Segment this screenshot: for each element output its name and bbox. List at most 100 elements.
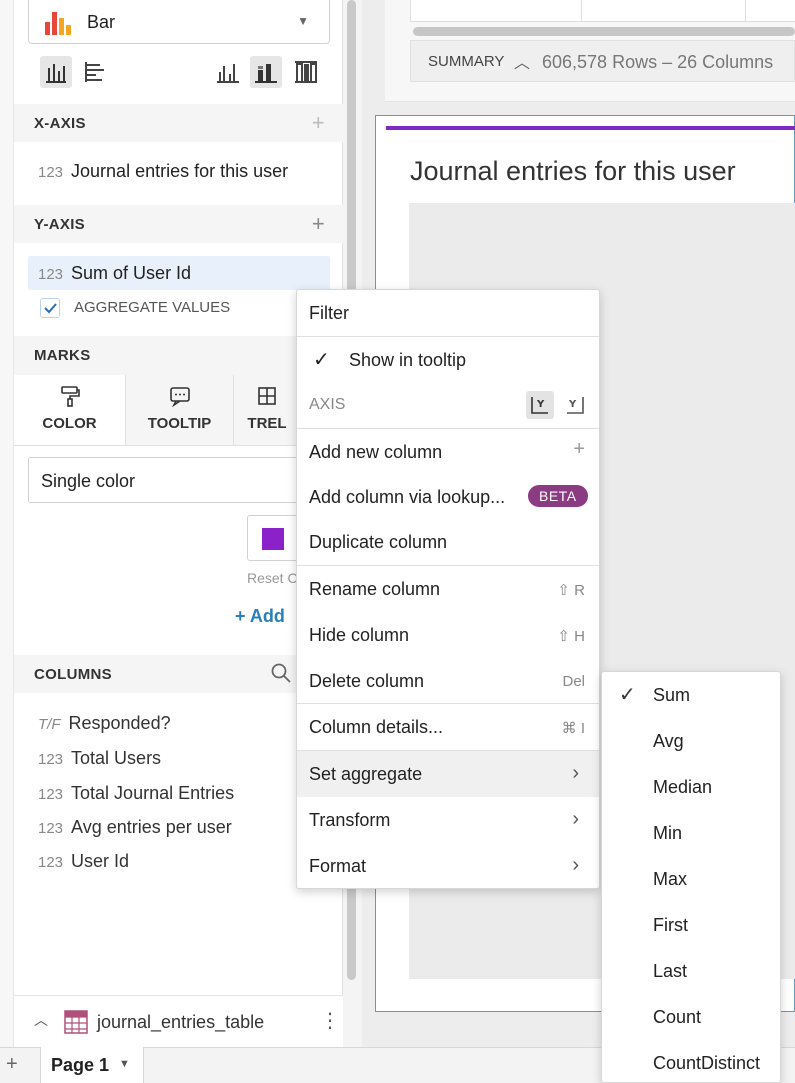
column-item-total-users[interactable]: 123 Total Users bbox=[38, 748, 161, 769]
menu-item-add-new-column[interactable]: Add new column + bbox=[297, 429, 599, 475]
shortcut-hint: ⌘ I bbox=[561, 720, 585, 737]
chevron-up-icon[interactable]: ︿ bbox=[514, 49, 530, 73]
vertical-bars-icon bbox=[46, 64, 66, 83]
trellis-icon bbox=[258, 387, 276, 405]
chart-accent-bar bbox=[386, 126, 795, 130]
y-axis-field-label: Sum of User Id bbox=[71, 263, 192, 283]
aggregate-values-label: AGGREGATE VALUES bbox=[74, 299, 231, 316]
aggregate-option-label: Min bbox=[653, 823, 683, 843]
color-mode-select[interactable]: Single color bbox=[28, 457, 330, 503]
columns-header: COLUMNS bbox=[14, 655, 343, 693]
x-axis-header: X-AXIS + bbox=[14, 104, 343, 142]
more-options-icon[interactable]: ⋮ bbox=[320, 1008, 340, 1033]
menu-item-label: Hide column bbox=[309, 625, 410, 645]
aggregate-option-median[interactable]: Median bbox=[602, 764, 780, 810]
aggregate-option-min[interactable]: Min bbox=[602, 810, 780, 856]
number-type-icon: 123 bbox=[38, 164, 64, 181]
chevron-right-icon: › bbox=[572, 808, 579, 830]
column-label: Avg entries per user bbox=[71, 817, 232, 837]
column-label: Responded? bbox=[68, 713, 171, 733]
grouped-bars-button[interactable] bbox=[212, 56, 244, 88]
aggregate-option-first[interactable]: First bbox=[602, 902, 780, 948]
data-table-card: SUMMARY ︿ 606,578 Rows – 26 Columns bbox=[385, 0, 795, 102]
y-axis-field[interactable]: 123 Sum of User Id bbox=[28, 256, 330, 290]
aggregate-option-label: Median bbox=[653, 777, 713, 797]
x-axis-label: X-AXIS bbox=[34, 115, 86, 132]
add-page-icon[interactable]: + bbox=[6, 1053, 18, 1076]
aggregate-option-last[interactable]: Last bbox=[602, 948, 780, 994]
aggregate-option-avg[interactable]: Avg bbox=[602, 718, 780, 764]
left-axis-button[interactable]: Y bbox=[526, 391, 554, 419]
chart-type-select[interactable]: Bar ▼ bbox=[28, 0, 330, 44]
menu-item-transform[interactable]: Transform › bbox=[297, 797, 599, 843]
svg-text:Y: Y bbox=[536, 399, 545, 410]
marks-label: MARKS bbox=[34, 347, 91, 364]
menu-item-label: Delete column bbox=[309, 671, 425, 691]
paint-roller-icon bbox=[60, 386, 80, 407]
y-axis-header: Y-AXIS + bbox=[14, 205, 343, 243]
stacked-bars-button[interactable] bbox=[250, 56, 282, 88]
bar-chart-icon bbox=[45, 12, 71, 35]
menu-item-set-aggregate[interactable]: Set aggregate › bbox=[297, 751, 599, 797]
svg-text:Y: Y bbox=[568, 399, 577, 410]
chevron-right-icon: › bbox=[572, 854, 579, 876]
horizontal-bars-button[interactable] bbox=[80, 56, 112, 88]
menu-item-rename-column[interactable]: Rename column ⇧ R bbox=[297, 566, 599, 612]
chart-title[interactable]: Journal entries for this user bbox=[410, 156, 736, 187]
shortcut-hint: ⇧ R bbox=[557, 582, 585, 599]
check-icon: ✓ bbox=[313, 349, 330, 371]
column-item-responded[interactable]: T/F Responded? bbox=[38, 713, 171, 734]
x-axis-field[interactable]: 123 Journal entries for this user bbox=[38, 161, 288, 182]
horizontal-scrollbar[interactable] bbox=[413, 27, 795, 36]
chevron-up-icon[interactable]: ︿ bbox=[34, 1010, 48, 1030]
add-color-button[interactable]: + Add bbox=[235, 606, 285, 627]
aggregate-option-max[interactable]: Max bbox=[602, 856, 780, 902]
axis-label: AXIS bbox=[309, 396, 346, 413]
full-stacked-bars-button[interactable] bbox=[290, 56, 322, 88]
add-x-axis-icon[interactable]: + bbox=[312, 110, 325, 136]
left-strip bbox=[0, 0, 14, 1047]
aggregate-option-label: Avg bbox=[653, 731, 684, 751]
number-type-icon: 123 bbox=[38, 820, 64, 837]
menu-item-hide-column[interactable]: Hide column ⇧ H bbox=[297, 612, 599, 658]
source-table-name[interactable]: journal_entries_table bbox=[97, 1012, 264, 1033]
menu-item-label: Format bbox=[309, 856, 367, 876]
menu-item-show-in-tooltip[interactable]: ✓ Show in tooltip bbox=[297, 337, 599, 383]
menu-item-label: Set aggregate bbox=[309, 764, 423, 784]
tab-color[interactable]: COLOR bbox=[14, 375, 126, 445]
aggregate-option-sum[interactable]: ✓ Sum bbox=[602, 672, 780, 718]
aggregate-option-label: Last bbox=[653, 961, 688, 981]
menu-item-format[interactable]: Format › bbox=[297, 843, 599, 889]
column-item-user-id[interactable]: 123 User Id bbox=[38, 851, 129, 872]
column-item-total-journal-entries[interactable]: 123 Total Journal Entries bbox=[38, 783, 234, 804]
right-axis-button[interactable]: Y bbox=[561, 391, 589, 419]
add-y-axis-icon[interactable]: + bbox=[312, 211, 325, 237]
menu-item-label: Column details... bbox=[309, 717, 444, 737]
menu-item-column-details[interactable]: Column details... ⌘ I bbox=[297, 704, 599, 750]
aggregate-option-count[interactable]: Count bbox=[602, 994, 780, 1040]
reset-color-link[interactable]: Reset C bbox=[247, 570, 298, 586]
menu-item-add-column-lookup[interactable]: Add column via lookup... BETA bbox=[297, 474, 599, 520]
tab-tooltip[interactable]: TOOLTIP bbox=[126, 375, 234, 445]
aggregate-option-count-distinct[interactable]: CountDistinct bbox=[602, 1040, 780, 1083]
page-tab-1[interactable]: Page 1 ▼ bbox=[40, 1047, 144, 1083]
tab-trellis[interactable]: TREL bbox=[234, 375, 300, 445]
chevron-down-icon[interactable]: ▼ bbox=[119, 1058, 130, 1070]
aggregate-option-label: Max bbox=[653, 869, 688, 889]
column-context-menu: Filter ✓ Show in tooltip AXIS Y Y Add ne… bbox=[296, 289, 600, 889]
aggregate-option-label: Sum bbox=[653, 685, 691, 705]
check-icon bbox=[44, 303, 57, 314]
menu-item-filter[interactable]: Filter bbox=[297, 290, 599, 336]
source-bar: ︿ journal_entries_table ⋮ bbox=[14, 995, 343, 1047]
number-type-icon: 123 bbox=[38, 854, 64, 871]
page-tab-label: Page 1 bbox=[51, 1055, 110, 1075]
column-item-avg-entries[interactable]: 123 Avg entries per user bbox=[38, 817, 232, 838]
menu-item-delete-column[interactable]: Delete column Del bbox=[297, 658, 599, 704]
search-icon[interactable] bbox=[270, 662, 292, 684]
menu-item-label: Rename column bbox=[309, 579, 441, 599]
menu-item-label: Transform bbox=[309, 810, 391, 830]
summary-bar[interactable]: SUMMARY ︿ 606,578 Rows – 26 Columns bbox=[410, 40, 795, 82]
vertical-bars-button[interactable] bbox=[40, 56, 72, 88]
menu-item-duplicate-column[interactable]: Duplicate column bbox=[297, 519, 599, 565]
aggregate-values-checkbox[interactable] bbox=[40, 298, 60, 318]
